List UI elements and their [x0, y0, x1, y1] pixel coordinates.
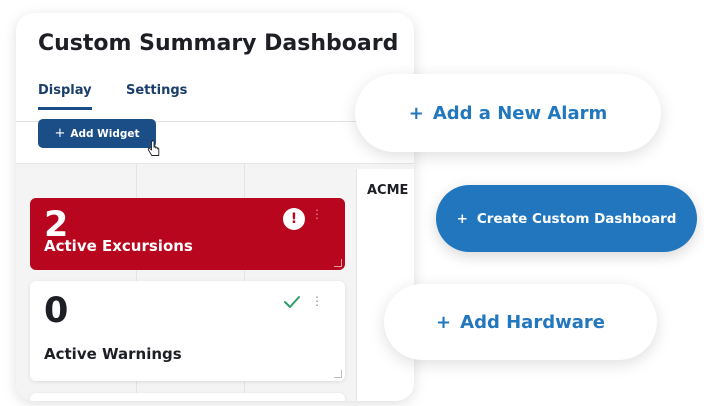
page-title: Custom Summary Dashboard — [38, 31, 399, 56]
add-hardware-label: Add Hardware — [460, 311, 605, 333]
excursions-label: Active Excursions — [44, 237, 193, 255]
dashboard-window: Custom Summary Dashboard Display Setting… — [16, 13, 414, 401]
checkmark-icon — [284, 296, 300, 308]
tab-display[interactable]: Display — [38, 83, 92, 110]
hand-pointer-icon — [147, 140, 160, 156]
create-dashboard-label: Create Custom Dashboard — [476, 210, 677, 227]
tab-settings[interactable]: Settings — [126, 83, 187, 107]
widget-grid: 2 Active Excursions ! ⋮ 0 Active Warning… — [16, 163, 414, 401]
add-hardware-button[interactable]: + Add Hardware — [384, 284, 657, 360]
exclamation-alert-icon: ! — [283, 208, 305, 230]
acme-panel: ACME — [356, 169, 414, 401]
add-widget-button[interactable]: + Add Widget — [38, 119, 156, 148]
resize-handle-icon[interactable] — [334, 370, 342, 378]
add-alarm-label: Add a New Alarm — [432, 102, 608, 124]
widget-active-excursions[interactable]: 2 Active Excursions ! ⋮ — [30, 198, 345, 270]
kebab-menu-icon[interactable]: ⋮ — [311, 295, 323, 307]
resize-handle-icon[interactable] — [334, 259, 342, 267]
warnings-count: 0 — [44, 291, 69, 331]
warnings-label: Active Warnings — [44, 345, 182, 363]
plus-icon: + — [436, 311, 452, 333]
acme-label: ACME — [367, 183, 409, 198]
plus-icon: + — [54, 126, 66, 141]
plus-icon: + — [408, 102, 424, 124]
plus-icon: + — [456, 210, 468, 227]
add-widget-label: Add Widget — [70, 127, 140, 140]
widget-active-warnings[interactable]: 0 Active Warnings ⋮ — [30, 281, 345, 381]
add-alarm-button[interactable]: + Add a New Alarm — [355, 74, 661, 152]
kebab-menu-icon[interactable]: ⋮ — [311, 208, 323, 220]
widget-partial[interactable] — [30, 393, 345, 401]
create-custom-dashboard-button[interactable]: + Create Custom Dashboard — [436, 185, 697, 252]
